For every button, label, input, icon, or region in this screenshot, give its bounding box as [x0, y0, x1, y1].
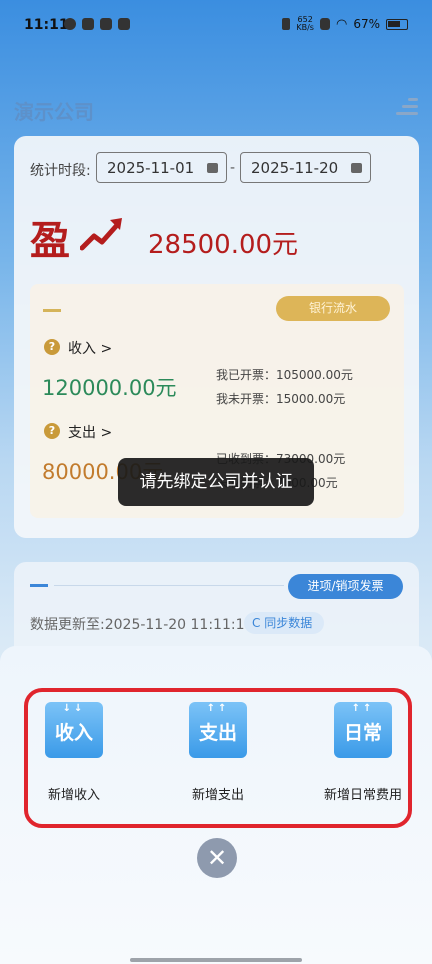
status-right: 652 KB/s ◠ 67%	[282, 16, 408, 32]
income-amount: 120000.00元	[42, 376, 177, 400]
home-indicator[interactable]	[130, 958, 302, 962]
check-notification-icon	[64, 18, 76, 30]
arrow-up-icon: ↑↑	[351, 703, 375, 714]
profit-indicator: 盈	[30, 217, 70, 264]
help-icon[interactable]: ?	[44, 423, 60, 439]
section-marker	[30, 584, 48, 587]
menu-icon[interactable]	[396, 98, 418, 116]
calendar-icon	[351, 163, 362, 173]
income-icon-text: 收入	[54, 722, 93, 744]
message-notification-icon	[118, 18, 130, 30]
income-icon[interactable]: ↓↓ 收入	[45, 702, 103, 758]
nfc-icon	[319, 18, 330, 30]
toast-message: 请先绑定公司并认证	[118, 458, 314, 506]
invoice-button[interactable]: 进项/销项发票	[288, 574, 403, 599]
wifi-icon: ◠	[335, 16, 348, 32]
start-date-value: 2025-11-01	[107, 159, 195, 177]
divider	[54, 585, 284, 586]
page-title: 演示公司	[14, 100, 94, 124]
daily-icon-text: 日常	[343, 722, 382, 744]
add-entry-sheet: ↓↓ 收入 新增收入 ↑↑ 支出 新增支出 ↑↑ 日常 新增日常费用 ✕	[0, 646, 432, 964]
start-date-picker[interactable]: 2025-11-01	[96, 152, 227, 183]
app-notification-icon	[100, 18, 112, 30]
vibrate-icon	[282, 18, 291, 30]
battery-percent: 67%	[353, 17, 380, 31]
add-daily-expense-label: 新增日常费用	[323, 788, 402, 803]
section-marker	[43, 309, 61, 312]
daily-expense-icon[interactable]: ↑↑ 日常	[334, 702, 392, 758]
updated-time: 数据更新至:2025-11-20 11:11:18	[30, 617, 254, 633]
add-income-label: 新增收入	[47, 788, 100, 803]
trend-up-icon	[80, 218, 122, 251]
add-daily-expense-action[interactable]: ↑↑ 日常 新增日常费用	[308, 702, 418, 803]
expense-icon[interactable]: ↑↑ 支出	[189, 702, 247, 758]
net-speed: 652 KB/s	[296, 16, 314, 32]
battery-icon	[386, 18, 408, 30]
arrow-up-icon: ↑↑	[206, 703, 230, 714]
end-date-value: 2025-11-20	[251, 159, 339, 177]
profit-value: 28500.00元	[148, 230, 299, 260]
status-bar: 11:11 652 KB/s ◠ 67%	[0, 0, 432, 50]
expense-icon-text: 支出	[198, 722, 237, 744]
close-button[interactable]: ✕	[197, 838, 237, 878]
net-speed-unit: KB/s	[296, 23, 314, 32]
not-invoiced-amount: 我未开票：15000.00元	[216, 392, 346, 406]
close-icon: ✕	[206, 844, 228, 872]
invoiced-amount: 我已开票：105000.00元	[216, 368, 353, 382]
sync-data-button[interactable]: C 同步数据	[244, 612, 324, 634]
period-label: 统计时段:	[30, 163, 91, 179]
expense-link[interactable]: 支出 >	[68, 422, 112, 442]
arrow-down-icon: ↓↓	[62, 703, 86, 714]
help-icon[interactable]: ?	[44, 339, 60, 355]
add-expense-label: 新增支出	[191, 788, 244, 803]
status-time: 11:11	[24, 17, 69, 33]
add-income-action[interactable]: ↓↓ 收入 新增收入	[19, 702, 129, 803]
actions-highlight-frame: ↓↓ 收入 新增收入 ↑↑ 支出 新增支出 ↑↑ 日常 新增日常费用	[24, 688, 412, 828]
date-separator: -	[230, 160, 236, 176]
income-link[interactable]: 收入 >	[68, 338, 112, 358]
bank-statement-button[interactable]: 银行流水	[276, 296, 390, 321]
notification-icons	[64, 18, 130, 30]
calendar-icon	[207, 163, 218, 173]
add-expense-action[interactable]: ↑↑ 支出 新增支出	[163, 702, 273, 803]
video-notification-icon	[82, 18, 94, 30]
end-date-picker[interactable]: 2025-11-20	[240, 152, 371, 183]
